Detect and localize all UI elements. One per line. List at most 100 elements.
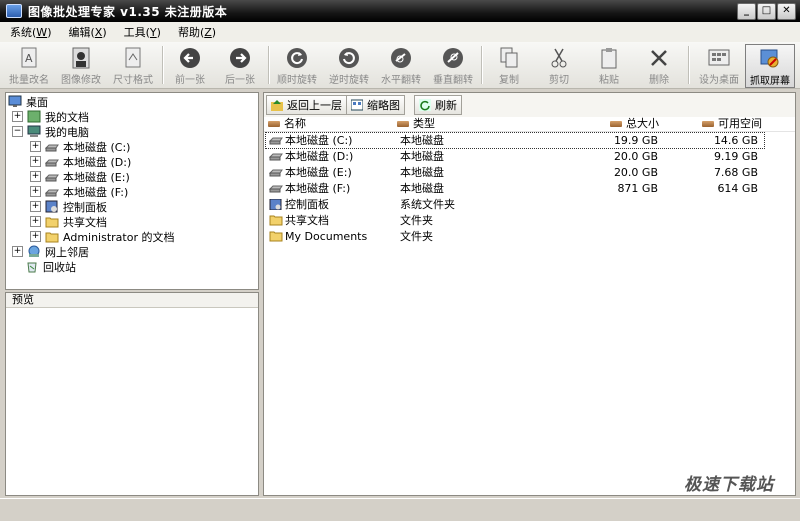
expand-toggle[interactable]: + [30, 141, 41, 152]
copy-icon [498, 47, 520, 69]
watermark-logo: 极速下载站 [684, 475, 774, 495]
window-title: 图像批处理专家 v1.35 未注册版本 [28, 4, 228, 19]
document-rename-icon: A [18, 47, 40, 69]
app-icon [6, 4, 22, 18]
table-row[interactable]: 本地磁盘 (D:) 本地磁盘 20.0 GB 9.19 GB [266, 149, 764, 164]
menu-edit[interactable]: 编辑(X) [58, 24, 113, 40]
toolbar: A 批量改名 图像修改 尺寸格式 前一张 后一张 顺时旋转 逆时旋转 水平翻转 … [0, 42, 800, 89]
column-total-size[interactable]: 总大小 [610, 117, 659, 131]
documents-icon [27, 110, 41, 123]
expand-toggle[interactable]: + [30, 201, 41, 212]
tree-node-drive-f[interactable]: + 本地磁盘 (F:) [30, 184, 128, 199]
clipboard-icon [598, 47, 620, 69]
cut-button[interactable]: 剪切 [536, 44, 582, 86]
title-bar: 图像批处理专家 v1.35 未注册版本 _ □ ✕ [0, 0, 800, 22]
tree-node-control-panel[interactable]: + 控制面板 [30, 199, 107, 214]
expand-toggle[interactable]: + [30, 171, 41, 182]
flip-horizontal-button[interactable]: 水平翻转 [376, 44, 426, 86]
refresh-button[interactable]: 刷新 [414, 95, 462, 115]
expand-toggle[interactable]: + [30, 186, 41, 197]
rotate-ccw-icon [338, 47, 360, 69]
table-row[interactable]: 本地磁盘 (E:) 本地磁盘 20.0 GB 7.68 GB [266, 165, 764, 180]
copy-button[interactable]: 复制 [486, 44, 532, 86]
maximize-button[interactable]: □ [757, 3, 776, 20]
menu-bar: 系统(W) 编辑(X) 工具(Y) 帮助(Z) [0, 22, 800, 42]
folder-icon [45, 217, 59, 228]
table-row[interactable]: My Documents 文件夹 [266, 229, 764, 244]
column-name[interactable]: 名称 [268, 117, 306, 131]
arrow-right-icon [229, 47, 251, 69]
tree-node-shared-documents[interactable]: + 共享文档 [30, 214, 107, 229]
tree-node-admin-documents[interactable]: + Administrator 的文档 [30, 229, 174, 244]
capture-screen-button[interactable]: 抓取屏幕 [745, 44, 795, 88]
table-row[interactable]: 本地磁盘 (C:) 本地磁盘 19.9 GB 14.6 GB [265, 132, 765, 149]
expand-toggle[interactable]: + [30, 216, 41, 227]
hard-drive-icon [45, 159, 59, 167]
folder-up-icon [271, 100, 283, 111]
rotate-cw-icon [286, 47, 308, 69]
file-browser: 返回上一层 缩略图 刷新 名称 类型 总大小 可用空间 本地磁盘 (C:) 本地… [263, 92, 796, 496]
tree-node-drive-c[interactable]: + 本地磁盘 (C:) [30, 139, 130, 154]
table-row[interactable]: 共享文档 文件夹 [266, 213, 764, 228]
go-up-button[interactable]: 返回上一层 [266, 95, 347, 115]
expand-toggle[interactable]: + [30, 156, 41, 167]
arrow-left-icon [179, 47, 201, 69]
tree-node-my-documents[interactable]: + 我的文档 [12, 109, 89, 124]
batch-rename-button[interactable]: A 批量改名 [4, 44, 54, 86]
folder-tree: 桌面 + 我的文档 − 我的电脑 + 本地磁盘 (C:) + 本地磁盘 (D:)… [5, 92, 259, 290]
rotate-counterclockwise-button[interactable]: 逆时旋转 [324, 44, 374, 86]
column-free-space[interactable]: 可用空间 [702, 117, 762, 131]
flip-horizontal-icon [390, 47, 412, 69]
expand-toggle[interactable]: + [12, 111, 23, 122]
flip-vertical-button[interactable]: 垂直翻转 [428, 44, 478, 86]
column-type[interactable]: 类型 [397, 117, 435, 131]
table-row[interactable]: 本地磁盘 (F:) 本地磁盘 871 GB 614 GB [266, 181, 764, 196]
hard-drive-icon [269, 185, 283, 193]
tree-node-desktop[interactable]: 桌面 [8, 94, 48, 109]
tree-node-network[interactable]: + 网上邻居 [12, 244, 89, 259]
svg-text:A: A [25, 52, 33, 65]
table-row[interactable]: 控制面板 系统文件夹 [266, 197, 764, 212]
column-header: 名称 类型 总大小 可用空间 [264, 117, 795, 132]
set-wallpaper-button[interactable]: 设为桌面 [694, 44, 744, 86]
next-image-button[interactable]: 后一张 [216, 44, 264, 86]
previous-image-button[interactable]: 前一张 [166, 44, 214, 86]
close-button[interactable]: ✕ [777, 3, 796, 20]
collapse-toggle[interactable]: − [12, 126, 23, 137]
menu-system[interactable]: 系统(W) [0, 24, 58, 40]
column-icon [397, 121, 409, 127]
portrait-icon [70, 47, 92, 69]
desktop-icon [8, 95, 22, 107]
folder-icon [269, 215, 283, 226]
hard-drive-icon [45, 174, 59, 182]
browser-toolbar: 返回上一层 缩略图 刷新 [264, 93, 795, 117]
tree-node-drive-e[interactable]: + 本地磁盘 (E:) [30, 169, 130, 184]
thumbnails-button[interactable]: 缩略图 [346, 95, 405, 115]
column-icon [610, 121, 622, 127]
folder-icon [45, 232, 59, 243]
tree-node-drive-d[interactable]: + 本地磁盘 (D:) [30, 154, 131, 169]
hard-drive-icon [45, 189, 59, 197]
thumbnails-icon [351, 99, 363, 111]
tree-node-recycle-bin[interactable]: 回收站 [25, 259, 76, 274]
menu-tools[interactable]: 工具(Y) [114, 24, 168, 40]
rotate-clockwise-button[interactable]: 顺时旋转 [272, 44, 322, 86]
delete-button[interactable]: 删除 [636, 44, 682, 86]
paste-button[interactable]: 粘贴 [586, 44, 632, 86]
column-icon [702, 121, 714, 127]
image-edit-button[interactable]: 图像修改 [56, 44, 106, 86]
status-bar [0, 498, 800, 521]
resize-document-icon [122, 47, 144, 69]
expand-toggle[interactable]: + [12, 246, 23, 257]
column-icon [268, 121, 280, 127]
resize-format-button[interactable]: 尺寸格式 [108, 44, 158, 86]
tree-node-my-computer[interactable]: − 我的电脑 [12, 124, 89, 139]
minimize-button[interactable]: _ [737, 3, 756, 20]
network-icon [28, 245, 40, 257]
expand-toggle[interactable]: + [30, 231, 41, 242]
hard-drive-icon [45, 144, 59, 152]
refresh-icon [419, 99, 431, 111]
control-panel-icon [269, 199, 282, 210]
menu-help[interactable]: 帮助(Z) [168, 24, 223, 40]
preview-title: 预览 [6, 293, 258, 308]
